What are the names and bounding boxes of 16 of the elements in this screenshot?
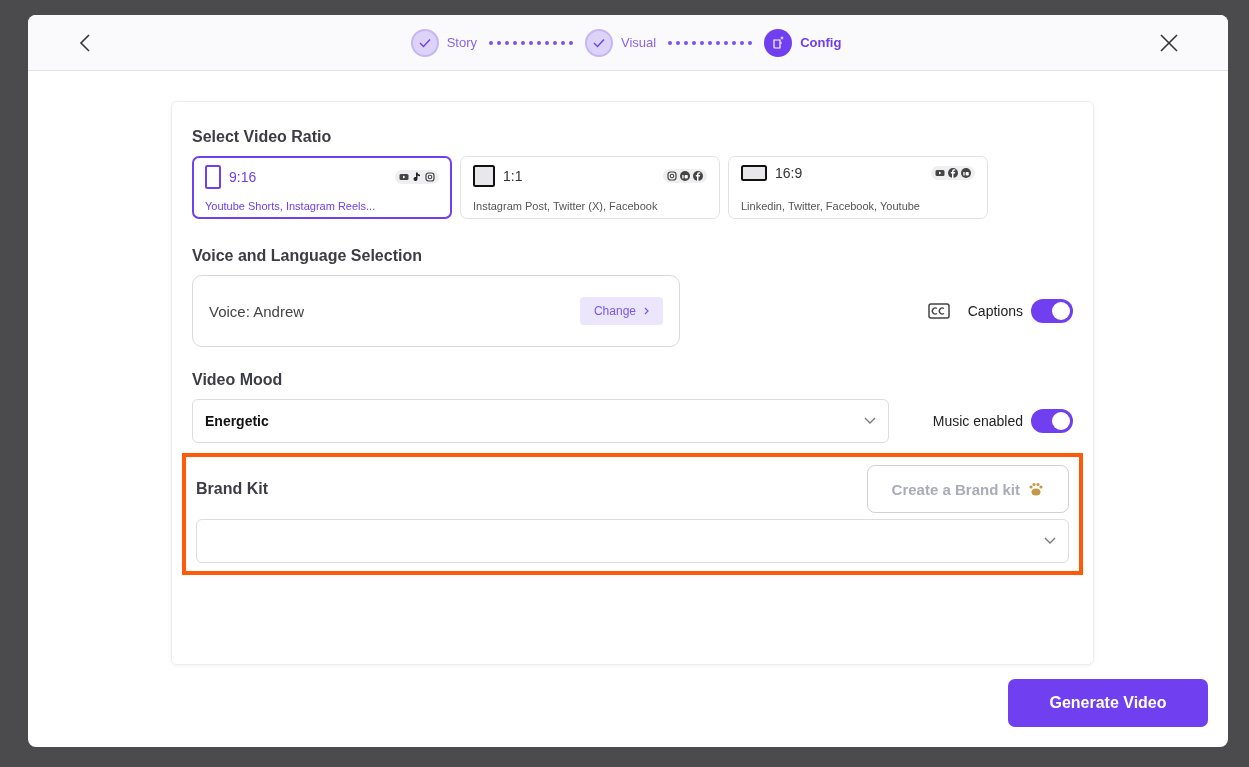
ratio-option[interactable]: 9:16 Youtube Shorts, Instagram Reels... — [192, 156, 452, 219]
toggle-label: Music enabled — [932, 413, 1023, 429]
mood-dropdown[interactable]: Energetic — [192, 399, 889, 443]
step-tab[interactable]: Story — [410, 28, 477, 57]
ratio-option[interactable]: 16:9 Linkedin, Twitter, Facebook, Youtube — [728, 156, 988, 219]
section-title: Brand Kit — [196, 480, 268, 498]
step-tab[interactable]: Config — [764, 28, 842, 57]
toggle-label: Captions — [967, 303, 1023, 319]
generate-video-button[interactable]: Generate Video — [1008, 679, 1208, 727]
ratio-option[interactable]: 1:1 Instagram Post, Twitter (X), Facebook — [460, 156, 720, 219]
voice-value: Voice: Andrew — [209, 302, 305, 320]
step-tab[interactable]: Visual — [585, 28, 657, 57]
change-button[interactable]: Change — [579, 297, 663, 325]
section-title: Voice and Language Selection — [192, 247, 423, 265]
section-title: Video Mood — [192, 371, 284, 389]
section-title: Select Video Ratio — [192, 128, 333, 146]
